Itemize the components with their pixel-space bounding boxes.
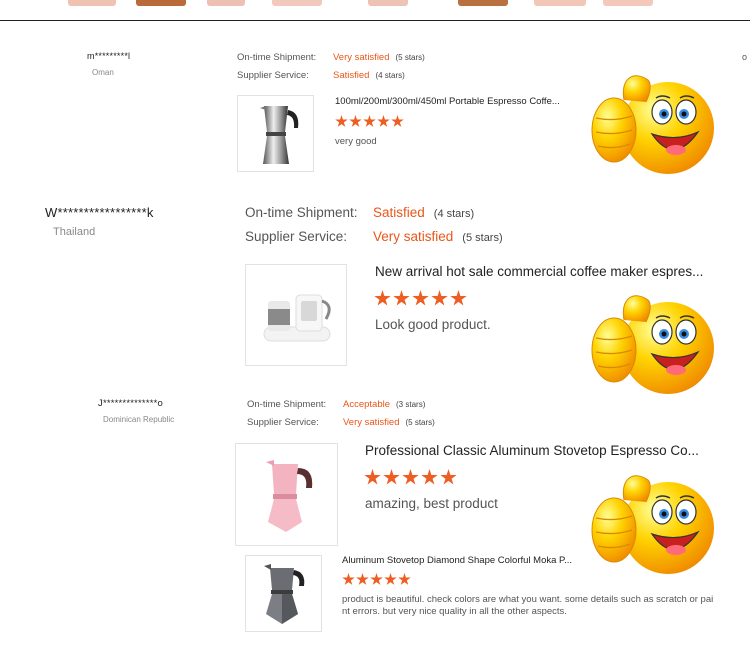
review-item: J**************o Dominican Republic On-t… <box>0 0 750 655</box>
star-icon <box>421 469 438 485</box>
rating-value: Very satisfied <box>343 417 400 428</box>
service-rating: Supplier Service: Very satisfied (5 stars) <box>247 417 435 428</box>
rating-label: Supplier Service: <box>247 417 319 428</box>
rating-stars-count: (5 stars) <box>405 418 435 427</box>
star-icon <box>342 573 355 585</box>
moka-pot-pink-image <box>266 460 313 532</box>
star-icon <box>383 469 400 485</box>
product-title[interactable]: Professional Classic Aluminum Stovetop E… <box>365 443 715 458</box>
buyer-country: Dominican Republic <box>103 415 175 424</box>
rating-stars-count: (3 stars) <box>396 400 426 409</box>
star-icon <box>370 573 383 585</box>
rating-value: Acceptable <box>343 399 391 410</box>
star-icon <box>398 573 411 585</box>
moka-pot-gray-image <box>264 564 305 624</box>
shipment-rating: On-time Shipment: Acceptable (3 stars) <box>247 399 425 410</box>
product-star-rating <box>342 573 411 586</box>
product-title[interactable]: Aluminum Stovetop Diamond Shape Colorful… <box>342 555 597 566</box>
star-icon <box>440 469 457 485</box>
thumbs-up-emoji-icon <box>591 475 714 574</box>
product-thumbnail[interactable] <box>245 555 322 632</box>
product-thumbnail[interactable] <box>235 443 338 546</box>
review-comment: amazing, best product <box>365 496 498 511</box>
review-comment: product is beautiful. check colors are w… <box>342 594 714 617</box>
star-icon <box>356 573 369 585</box>
buyer-name: J**************o <box>98 398 163 409</box>
star-icon <box>364 469 381 485</box>
product-star-rating <box>364 469 457 486</box>
rating-label: On-time Shipment: <box>247 399 327 410</box>
star-icon <box>384 573 397 585</box>
star-icon <box>402 469 419 485</box>
